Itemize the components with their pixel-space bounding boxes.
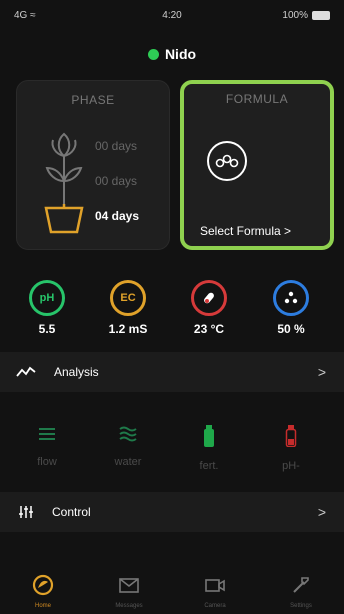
- phase-stage-seedling-days: 04 days: [95, 209, 140, 223]
- sliders-icon: [19, 506, 33, 518]
- tab-messages[interactable]: Messages: [86, 574, 172, 609]
- plant-growth-icon: [44, 132, 84, 234]
- control-actuators: flow water fert. pH-: [0, 415, 344, 485]
- tools-icon: [293, 577, 309, 593]
- control-flow-label: flow: [37, 456, 57, 468]
- tab-camera[interactable]: Camera: [172, 574, 258, 609]
- device-title[interactable]: Nido: [165, 46, 196, 62]
- ph-minus-bottle-icon: [285, 425, 297, 448]
- sensor-ec-value: 1.2 mS: [108, 322, 148, 336]
- battery-text: 100%: [282, 10, 308, 21]
- sensor-ec[interactable]: EC 1.2 mS: [93, 280, 163, 336]
- control-row[interactable]: Control >: [0, 492, 344, 532]
- fertilizer-bottle-icon: [204, 425, 214, 447]
- bottom-tab-bar: Home Messages Camera Settings: [0, 568, 344, 614]
- chevron-right-icon: >: [317, 504, 326, 520]
- battery-icon: [312, 11, 330, 20]
- control-water-label: water: [114, 456, 142, 468]
- home-icon: [32, 574, 54, 596]
- ec-icon: EC: [110, 280, 146, 316]
- tab-camera-label: Camera: [204, 603, 226, 609]
- sensor-temperature[interactable]: 23 °C: [174, 280, 244, 336]
- thermometer-icon: [191, 280, 227, 316]
- mail-icon: [119, 578, 139, 593]
- select-formula-link[interactable]: Select Formula >: [200, 224, 291, 238]
- header: Nido: [0, 43, 344, 65]
- control-water[interactable]: water: [93, 425, 163, 468]
- analysis-chart-icon: [16, 366, 36, 377]
- formula-card[interactable]: FORMULA Select Formula >: [180, 80, 334, 250]
- ph-icon: pH: [29, 280, 65, 316]
- flow-icon: [39, 428, 55, 440]
- connection-status-dot: [147, 48, 159, 60]
- formula-card-title: FORMULA: [225, 92, 289, 106]
- battery-indicator: 100%: [282, 10, 330, 21]
- molecule-icon: [207, 141, 247, 181]
- chevron-right-icon: >: [317, 364, 326, 380]
- sensor-humidity-value: 50 %: [277, 322, 305, 336]
- phase-card[interactable]: PHASE 00 days 00 days 04 days: [16, 80, 170, 250]
- tab-settings-label: Settings: [290, 603, 312, 609]
- control-ph-minus-label: pH-: [282, 460, 300, 472]
- camera-icon: [205, 579, 225, 592]
- tab-home[interactable]: Home: [0, 574, 86, 609]
- phase-stage-flower-days: 00 days: [95, 139, 138, 153]
- phase-stage-vegetative-days: 00 days: [95, 174, 138, 188]
- control-ph-minus[interactable]: pH-: [256, 425, 326, 472]
- tab-settings[interactable]: Settings: [258, 574, 344, 609]
- status-bar: 4G ≈ 4:20 100%: [0, 0, 344, 36]
- water-icon: [119, 426, 137, 442]
- sensor-ph[interactable]: pH 5.5: [12, 280, 82, 336]
- control-flow[interactable]: flow: [12, 425, 82, 468]
- tab-messages-label: Messages: [115, 603, 143, 609]
- control-fertilizer[interactable]: fert.: [174, 425, 244, 472]
- analysis-label: Analysis: [54, 365, 99, 379]
- sensor-temperature-value: 23 °C: [193, 322, 225, 336]
- sensor-ph-value: 5.5: [38, 322, 56, 336]
- control-fertilizer-label: fert.: [199, 460, 219, 472]
- analysis-row[interactable]: Analysis >: [0, 352, 344, 392]
- humidity-icon: [273, 280, 309, 316]
- phase-card-title: PHASE: [71, 93, 115, 107]
- tab-home-label: Home: [34, 603, 51, 609]
- control-label: Control: [52, 505, 91, 519]
- sensor-humidity[interactable]: 50 %: [256, 280, 326, 336]
- sensor-readings: pH 5.5 EC 1.2 mS 23 °C 50 %: [0, 280, 344, 352]
